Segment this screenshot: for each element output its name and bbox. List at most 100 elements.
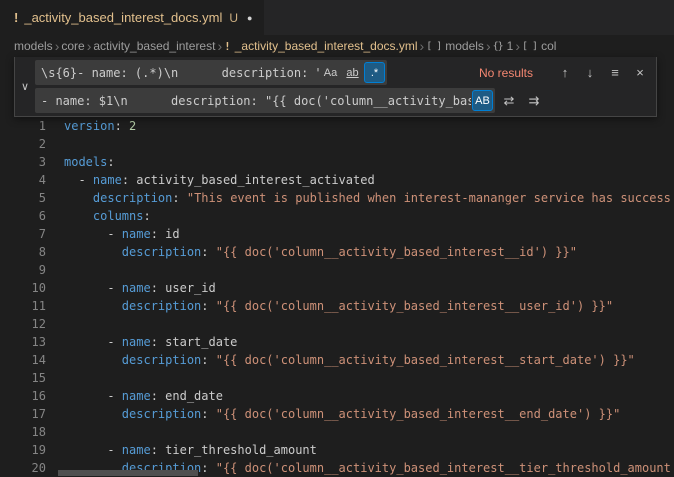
line-number: 7 (0, 225, 46, 243)
line-number: 8 (0, 243, 46, 261)
breadcrumb-label: activity_based_interest (93, 39, 215, 53)
line-number: 20 (0, 459, 46, 477)
code-line[interactable]: 6 columns: (0, 207, 674, 225)
line-content: - name: activity_based_interest_activate… (64, 171, 375, 189)
breadcrumb-separator-icon: › (55, 38, 60, 54)
code-line[interactable]: 11 description: "{{ doc('column__activit… (0, 297, 674, 315)
code-line[interactable]: 4 - name: activity_based_interest_activa… (0, 171, 674, 189)
line-content: - name: tier_threshold_amount (64, 441, 317, 459)
line-content: - name: end_date (64, 387, 223, 405)
breadcrumb-label: models (445, 39, 484, 53)
line-number: 19 (0, 441, 46, 459)
code-line[interactable]: 3models: (0, 153, 674, 171)
code-line[interactable]: 5 description: "This event is published … (0, 189, 674, 207)
scrollbar-thumb[interactable] (58, 470, 198, 476)
vscode-window: ! _activity_based_interest_docs.yml U ● … (0, 0, 674, 477)
toggle-replace-chevron-icon[interactable]: ∨ (15, 60, 35, 113)
line-number: 1 (0, 117, 46, 135)
code-line[interactable]: 7 - name: id (0, 225, 674, 243)
find-previous-button[interactable]: ↑ (554, 62, 576, 84)
breadcrumb-separator-icon: › (486, 38, 491, 54)
code-lines: 1 version: 223models:4 - name: activity_b… (0, 117, 674, 477)
line-number: 14 (0, 351, 46, 369)
code-line[interactable]: 18 (0, 423, 674, 441)
code-line[interactable]: 13 - name: start_date (0, 333, 674, 351)
line-number: 16 (0, 387, 46, 405)
breadcrumb-label: models (14, 39, 53, 53)
line-content: description: "{{ doc('column__activity_b… (64, 405, 620, 423)
line-number: 11 (0, 297, 46, 315)
breadcrumb-separator-icon: › (217, 38, 222, 54)
line-number: 3 (0, 153, 46, 171)
regex-toggle[interactable]: .* (364, 62, 385, 83)
find-next-button[interactable]: ↓ (579, 62, 601, 84)
line-number: 10 (0, 279, 46, 297)
code-line[interactable]: 9 (0, 261, 674, 279)
find-row: \s{6}- name: (.*)\n description: "" Aa a… (35, 60, 651, 85)
symbol-object-icon: {} (493, 41, 503, 52)
line-number: 6 (0, 207, 46, 225)
find-results-count: No results (479, 66, 533, 80)
code-line[interactable]: 16 - name: end_date (0, 387, 674, 405)
breadcrumb-label: 1 (507, 39, 514, 53)
breadcrumb-item[interactable]: [ ] col (522, 39, 556, 53)
whole-word-toggle[interactable]: ab (342, 62, 363, 83)
code-line[interactable]: 12 (0, 315, 674, 333)
breadcrumb-item[interactable]: ! _activity_based_interest_docs.yml (224, 39, 417, 53)
git-status-badge: U (229, 11, 238, 25)
code-line[interactable]: 17 description: "{{ doc('column__activit… (0, 405, 674, 423)
breadcrumb-label: _activity_based_interest_docs.yml (235, 39, 418, 53)
line-content: - name: id (64, 225, 180, 243)
replace-input[interactable]: - name: $1\n description: "{{ doc('colum… (35, 88, 495, 113)
breadcrumb-item[interactable]: models (14, 39, 53, 53)
code-line[interactable]: 15 (0, 369, 674, 387)
line-content: - name: user_id (64, 279, 216, 297)
replace-button[interactable]: ⇄ (498, 90, 520, 112)
line-content: version: 2 (64, 117, 136, 135)
code-line[interactable]: 10 - name: user_id (0, 279, 674, 297)
find-query-text: \s{6}- name: (.*)\n description: "" (41, 66, 319, 80)
editor-tab[interactable]: ! _activity_based_interest_docs.yml U ● (0, 0, 264, 35)
replace-row: - name: $1\n description: "{{ doc('colum… (35, 88, 651, 113)
find-in-selection-button[interactable]: ≡ (604, 62, 626, 84)
replace-all-button[interactable]: ⇉ (523, 90, 545, 112)
line-number: 13 (0, 333, 46, 351)
preserve-case-toggle[interactable]: AB (472, 90, 493, 111)
dirty-indicator-icon[interactable]: ● (247, 13, 252, 23)
replace-query-text: - name: $1\n description: "{{ doc('colum… (41, 94, 471, 108)
line-content: description: "This event is published wh… (64, 189, 671, 207)
warning-icon: ! (14, 10, 18, 25)
symbol-array-icon: [ ] (426, 41, 441, 52)
breadcrumb-separator-icon: › (87, 38, 92, 54)
code-line[interactable]: 1 version: 2 (0, 117, 674, 135)
breadcrumb-item[interactable]: core (61, 39, 84, 53)
line-number: 17 (0, 405, 46, 423)
match-case-toggle[interactable]: Aa (320, 62, 341, 83)
breadcrumb-separator-icon: › (515, 38, 520, 54)
line-number: 9 (0, 261, 46, 279)
line-number: 5 (0, 189, 46, 207)
line-content: - name: start_date (64, 333, 237, 351)
breadcrumb-separator-icon: › (420, 38, 425, 54)
line-number: 4 (0, 171, 46, 189)
code-line[interactable]: 2 (0, 135, 674, 153)
breadcrumb-label: core (61, 39, 84, 53)
breadcrumb-item[interactable]: activity_based_interest (93, 39, 215, 53)
line-number: 18 (0, 423, 46, 441)
line-content: columns: (64, 207, 151, 225)
find-input[interactable]: \s{6}- name: (.*)\n description: "" Aa a… (35, 60, 387, 85)
code-line[interactable]: 14 description: "{{ doc('column__activit… (0, 351, 674, 369)
code-editor[interactable]: 1 version: 223models:4 - name: activity_b… (0, 57, 674, 477)
code-line[interactable]: 19 - name: tier_threshold_amount (0, 441, 674, 459)
horizontal-scrollbar[interactable] (52, 469, 660, 477)
close-find-button[interactable]: × (629, 62, 651, 84)
breadcrumb-item[interactable]: [ ] models (426, 39, 484, 53)
line-content: description: "{{ doc('column__activity_b… (64, 243, 577, 261)
tab-title: _activity_based_interest_docs.yml (24, 10, 222, 25)
breadcrumb-item[interactable]: {} 1 (493, 39, 514, 53)
symbol-array-icon: [ ] (522, 41, 537, 52)
code-line[interactable]: 8 description: "{{ doc('column__activity… (0, 243, 674, 261)
breadcrumb-label: col (541, 39, 556, 53)
warning-icon: ! (224, 40, 231, 53)
line-content: description: "{{ doc('column__activity_b… (64, 351, 635, 369)
